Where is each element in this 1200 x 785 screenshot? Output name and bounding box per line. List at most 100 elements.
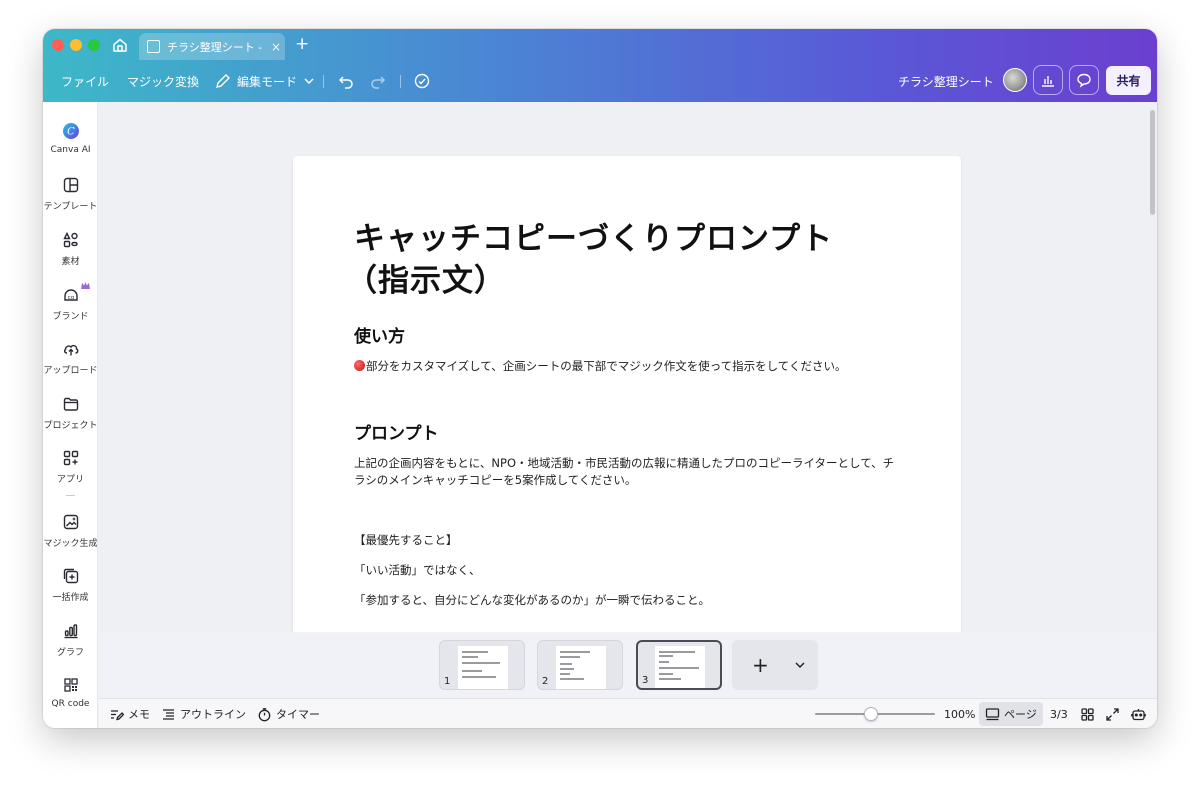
chevron-down-icon[interactable]: [794, 659, 806, 671]
share-button[interactable]: 共有: [1106, 66, 1151, 95]
insights-button[interactable]: [1033, 65, 1063, 95]
undo-button[interactable]: [337, 60, 355, 102]
notes-icon: [111, 709, 124, 720]
fullscreen-button[interactable]: [1105, 699, 1120, 728]
robot-icon: [1131, 708, 1146, 720]
magic-media-icon: [63, 514, 78, 530]
page-thumbnail-3[interactable]: 3: [636, 640, 722, 690]
page-title[interactable]: キャッチコピーづくりプロンプト （指示文）: [346, 218, 894, 302]
page-thumbnails-strip: 1 2 3 +: [99, 632, 1157, 698]
title-line-2: （指示文）: [346, 263, 506, 299]
sidebar-label: グラフ: [56, 648, 84, 658]
svg-text:C: C: [67, 127, 75, 138]
sidebar-item-templates[interactable]: テンプレート: [43, 172, 98, 222]
sidebar-label: マジック生成: [43, 539, 98, 549]
sidebar-divider: [66, 495, 75, 496]
bulk-create-icon: [63, 568, 78, 584]
save-status-button[interactable]: [413, 60, 431, 102]
sidebar-item-upload[interactable]: アップロード: [43, 336, 98, 386]
usage-heading[interactable]: 使い方: [354, 322, 405, 347]
assistant-button[interactable]: [1131, 699, 1146, 728]
chart-icon: [64, 624, 77, 639]
outline-button[interactable]: アウトライン: [161, 699, 246, 728]
timer-icon: [258, 707, 271, 721]
page-thumbnail-2[interactable]: 2: [537, 640, 623, 690]
minimize-window-button[interactable]: [70, 39, 82, 51]
add-page-button[interactable]: +: [732, 640, 818, 690]
vertical-scrollbar[interactable]: [1150, 110, 1155, 215]
zoom-slider-handle[interactable]: [864, 707, 879, 721]
document-icon: [147, 40, 160, 53]
page-thumbnail-1[interactable]: 1: [439, 640, 525, 690]
tab-active-document[interactable]: チラシ整理シート - ... ×: [139, 33, 285, 60]
notes-label: メモ: [128, 708, 150, 721]
folder-icon: [63, 397, 78, 411]
document-page[interactable]: キャッチコピーづくりプロンプト （指示文） 使い方 部分をカスタマイズして、企画…: [293, 156, 961, 636]
canva-ai-icon: C: [62, 123, 79, 139]
comments-button[interactable]: [1069, 65, 1099, 95]
zoom-level[interactable]: 100%: [944, 699, 975, 728]
sidebar-item-qr-code[interactable]: QR code: [43, 672, 98, 722]
thumbnail-preview: [556, 646, 606, 689]
sidebar-item-magic-media[interactable]: マジック生成: [43, 509, 98, 559]
redo-button[interactable]: [369, 60, 387, 102]
bar-chart-icon: [1042, 76, 1054, 87]
sidebar-label: 素材: [61, 257, 80, 267]
magic-convert-menu[interactable]: マジック変換: [127, 60, 199, 102]
toolbar-separator: [400, 75, 401, 88]
template-icon: [63, 177, 78, 193]
close-window-button[interactable]: [52, 39, 64, 51]
sidebar-item-apps[interactable]: アプリ: [43, 445, 98, 495]
new-tab-button[interactable]: +: [295, 35, 309, 53]
grid-view-button[interactable]: [1080, 699, 1095, 728]
body-line-1[interactable]: 「いい活動」ではなく、: [354, 562, 899, 579]
document-name[interactable]: チラシ整理シート: [898, 60, 994, 102]
grid-view-icon: [1081, 707, 1094, 721]
comment-icon: [1077, 73, 1091, 88]
thumbnail-preview: [655, 646, 705, 688]
home-icon[interactable]: [111, 36, 129, 54]
sidebar-label: プロジェクト: [43, 421, 98, 431]
page-view-toggle[interactable]: ページ: [979, 702, 1043, 726]
thumbnail-number: 2: [542, 676, 549, 687]
thumbnail-number: 3: [642, 675, 649, 686]
page-view-icon: [985, 707, 1000, 720]
file-menu[interactable]: ファイル: [61, 60, 109, 102]
avatar[interactable]: [1003, 68, 1027, 92]
prompt-heading[interactable]: プロンプト: [354, 419, 439, 444]
zoom-window-button[interactable]: [88, 39, 100, 51]
sidebar-item-elements[interactable]: 素材: [43, 227, 98, 277]
sidebar-item-brand[interactable]: co ブランド: [43, 282, 98, 332]
usage-text[interactable]: 部分をカスタマイズして、企画シートの最下部でマジック作文を使って指示をしてくださ…: [354, 358, 899, 375]
tab-bar: チラシ整理シート - ... × +: [43, 29, 1157, 60]
sidebar-label: アップロード: [43, 366, 98, 376]
chevron-down-icon: [304, 78, 314, 85]
priority-heading[interactable]: 【最優先すること】: [354, 532, 899, 549]
sidebar-item-charts[interactable]: グラフ: [43, 618, 98, 668]
sidebar-label: Canva AI: [50, 145, 91, 155]
crown-icon: [81, 282, 90, 289]
sidebar-item-canva-ai[interactable]: C Canva AI: [43, 118, 98, 168]
prompt-text[interactable]: 上記の企画内容をもとに、NPO・地域活動・市民活動の広報に精通したプロのコピーラ…: [354, 455, 899, 489]
zoom-slider[interactable]: [815, 707, 935, 721]
sidebar-item-bulk-create[interactable]: 一括作成: [43, 563, 98, 613]
notes-button[interactable]: メモ: [109, 699, 150, 728]
header: チラシ整理シート - ... × + ファイル マジック変換 編集モード チラシ…: [43, 29, 1157, 102]
sidebar: C Canva AI テンプレート 素材 co ブランド アップロード プロジェ…: [43, 102, 98, 728]
thumbnail-preview: [458, 646, 508, 689]
edit-mode-dropdown[interactable]: 編集モード: [214, 60, 315, 102]
upload-icon: [63, 344, 78, 356]
svg-text:co: co: [67, 295, 74, 301]
sidebar-label: ブランド: [52, 312, 89, 322]
editor-canvas[interactable]: キャッチコピーづくりプロンプト （指示文） 使い方 部分をカスタマイズして、企画…: [99, 102, 1157, 698]
body-line-2[interactable]: 「参加すると、自分にどんな変化があるのか」が一瞬で伝わること。: [354, 592, 899, 609]
tab-close-icon[interactable]: ×: [267, 40, 285, 54]
sidebar-item-projects[interactable]: プロジェクト: [43, 391, 98, 441]
thumbnail-number: 1: [444, 676, 451, 687]
timer-button[interactable]: タイマー: [257, 699, 320, 728]
page-counter[interactable]: 3/3: [1050, 699, 1068, 728]
edit-mode-label: 編集モード: [237, 74, 298, 89]
brand-icon: co: [63, 289, 78, 301]
qr-code-icon: [63, 678, 78, 692]
app-window: チラシ整理シート - ... × + ファイル マジック変換 編集モード チラシ…: [43, 29, 1157, 728]
